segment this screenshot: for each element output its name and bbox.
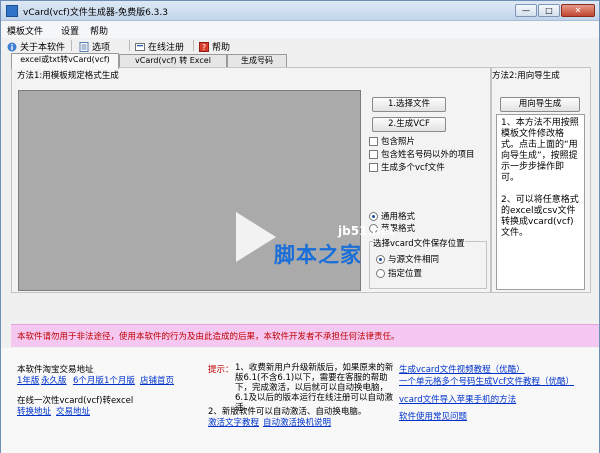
select-file-button[interactable]: 1.选择文件 (372, 97, 446, 112)
options-tool[interactable]: 选项 (79, 40, 110, 53)
include-photo-label: 包含照片 (381, 137, 416, 147)
link-convert-address[interactable]: 转换地址 (17, 405, 51, 417)
app-window: vCard(vcf)文件生成器-免费版6.3.3 — □ ✕ 模板文件 设置 帮… (0, 0, 600, 453)
toolbar-separator (71, 40, 72, 51)
menu-help[interactable]: 帮助 (90, 24, 108, 37)
checkbox-box[interactable] (369, 149, 378, 159)
link-6-months[interactable]: 6个月版 (73, 374, 104, 386)
method2-title: 方法2:用向导生成 (492, 69, 560, 81)
about-label: 关于本软件 (20, 43, 66, 53)
method2-description[interactable]: 1、本方法不用按照模板文件修改格式。点击上面的“用向导生成”，按照提示一步步操作… (496, 114, 585, 290)
checkbox-box[interactable] (369, 136, 378, 146)
tab-excel-to-vcard[interactable]: excel或txt转vCard(vcf) (11, 53, 119, 69)
menu-bar: 模板文件 设置 帮助 (1, 21, 599, 38)
format-generic-label: 通用格式 (381, 212, 416, 222)
radio-circle[interactable] (376, 254, 385, 264)
link-trade-address[interactable]: 交易地址 (56, 405, 90, 417)
app-icon (6, 5, 18, 17)
multiple-vcf-checkbox[interactable]: 生成多个vcf文件 (369, 161, 445, 173)
register-icon (135, 42, 145, 52)
svg-text:?: ? (202, 43, 206, 52)
watermark-small-text: jb51.net (338, 224, 395, 238)
register-label: 在线注册 (148, 43, 185, 53)
format-generic-radio[interactable]: 通用格式 (369, 210, 415, 222)
watermark-arrow-icon (236, 212, 276, 262)
link-activation-tutorial[interactable]: 激活文字教程 (208, 416, 259, 428)
window-title: vCard(vcf)文件生成器-免费版6.3.3 (23, 8, 168, 18)
include-photo-checkbox[interactable]: 包含照片 (369, 135, 415, 147)
options-label: 选项 (92, 43, 111, 53)
register-tool[interactable]: 在线注册 (135, 40, 184, 53)
tab-generate-numbers[interactable]: 生成号码 (227, 54, 287, 68)
include-extra-fields-checkbox[interactable]: 包含姓名号码以外的项目 (369, 148, 475, 160)
include-extra-fields-label: 包含姓名号码以外的项目 (381, 150, 475, 160)
save-same-as-source-radio[interactable]: 与源文件相同 (376, 253, 439, 265)
save-same-as-source-label: 与源文件相同 (388, 255, 440, 265)
link-multi-number-tutorial[interactable]: 一个单元格多个号码生成Vcf文件教程（优酷） (399, 375, 574, 387)
link-1-month[interactable]: 1个月版 (104, 374, 135, 386)
link-video-tutorial[interactable]: 生成vcard文件视频教程（优酷） (399, 363, 525, 375)
multiple-vcf-label: 生成多个vcf文件 (381, 163, 445, 173)
tip-label: 提示： (208, 365, 234, 375)
save-custom-location-radio[interactable]: 指定位置 (376, 267, 422, 279)
link-permanent[interactable]: 永久版 (41, 374, 67, 386)
legal-warning-bar: 本软件请勿用于非法途径，使用本软件的行为及由此造成的后果，本软件开发者不承担任何… (11, 324, 599, 347)
link-iphone-import[interactable]: vcard文件导入苹果手机的方法 (399, 393, 516, 405)
radio-circle[interactable] (369, 211, 378, 221)
minimize-button[interactable]: — (515, 4, 537, 17)
checkbox-box[interactable] (369, 162, 378, 172)
toolbar-separator (129, 40, 130, 51)
link-shop-home[interactable]: 店铺首页 (140, 374, 174, 386)
help-label: 帮助 (212, 43, 231, 53)
toolbar: 关于本软件 选项 在线注册 ? 帮助 (1, 38, 599, 53)
maximize-button[interactable]: □ (538, 4, 560, 17)
tab-vcard-to-excel[interactable]: vCard(vcf) 转 Excel (119, 54, 227, 68)
help-tool[interactable]: ? 帮助 (199, 40, 230, 53)
save-location-title: 选择vcard文件保存位置 (373, 237, 465, 249)
about-tool[interactable]: 关于本软件 (7, 40, 65, 53)
close-button[interactable]: ✕ (561, 4, 595, 17)
menu-template-file[interactable]: 模板文件 (7, 24, 43, 37)
title-bar[interactable]: vCard(vcf)文件生成器-免费版6.3.3 — □ ✕ (1, 1, 599, 21)
bottom-info-area: 本软件淘宝交易地址 1年版 永久版 6个月版 1个月版 店铺首页 在线一次性vc… (1, 348, 599, 453)
watermark-large-text: 脚本之家 (274, 243, 362, 267)
document-icon (79, 41, 89, 52)
link-auto-activation[interactable]: 自动激活换机说明 (263, 416, 331, 428)
save-custom-location-label: 指定位置 (388, 269, 423, 279)
link-1-year[interactable]: 1年版 (17, 374, 39, 386)
help-icon: ? (199, 41, 209, 52)
menu-settings[interactable]: 设置 (61, 24, 79, 37)
toolbar-separator (193, 40, 194, 51)
method1-title: 方法1:用模板规定格式生成 (17, 69, 119, 81)
wizard-button[interactable]: 用向导生成 (500, 97, 580, 112)
radio-circle[interactable] (376, 268, 385, 278)
link-faq[interactable]: 软件使用常见问题 (399, 410, 467, 422)
info-icon (7, 42, 17, 52)
generate-vcf-button[interactable]: 2.生成VCF (372, 117, 446, 132)
